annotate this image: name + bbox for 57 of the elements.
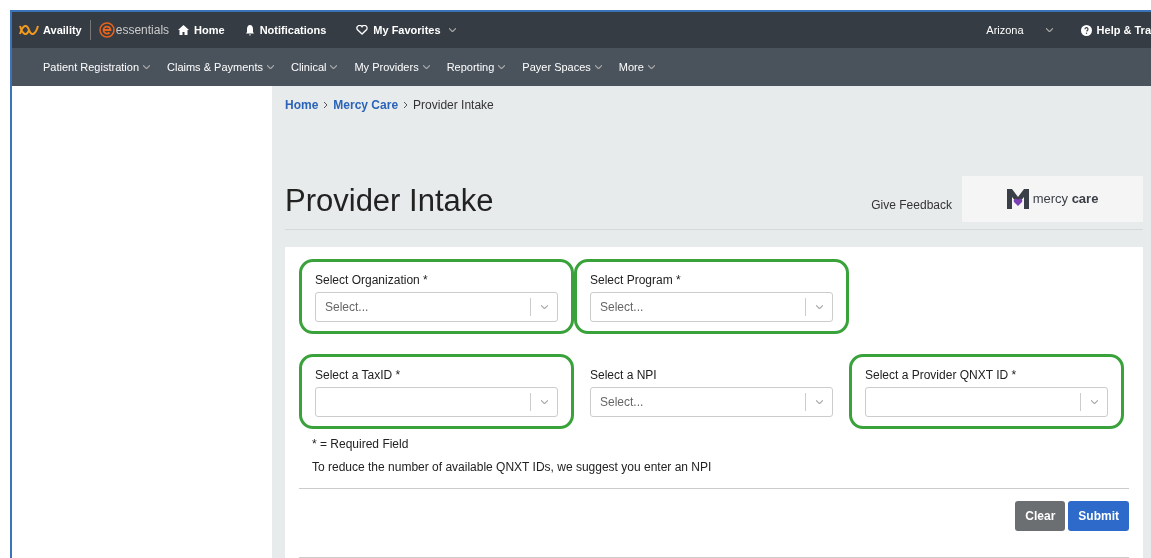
select-field[interactable] (865, 387, 1108, 417)
menu-item[interactable]: More (618, 58, 655, 76)
nav-link[interactable]: Home (178, 21, 225, 39)
heart-icon (356, 25, 369, 35)
note-text: * = Required Field (312, 436, 410, 453)
e-logo-icon (98, 22, 115, 38)
chevron-right-icon (403, 101, 409, 109)
chevron-right-icon (323, 101, 329, 109)
menu-item[interactable]: Reporting (446, 58, 506, 76)
home-icon (178, 25, 190, 35)
help-icon (1080, 24, 1092, 36)
chevron-down-icon (448, 28, 456, 32)
menu-item[interactable]: Claims & Payments (167, 58, 274, 76)
menu-item[interactable]: Payer Spaces (522, 58, 602, 76)
submit-button[interactable]: Submit (1068, 501, 1129, 531)
product-name: essentials (115, 22, 170, 39)
chevron-down-icon (422, 65, 430, 69)
help-link[interactable]: Help & Tra (1080, 21, 1151, 39)
menu-item[interactable]: Clinical (291, 58, 338, 76)
m-logo-icon (1006, 189, 1029, 209)
select-field[interactable]: Select... (590, 387, 833, 417)
chevron-down-icon (540, 305, 548, 309)
brand-name: Availity (43, 22, 82, 38)
chevron-down-icon (1090, 400, 1098, 404)
breadcrumb-link[interactable]: Mercy Care (333, 96, 399, 114)
field-label: Select Program * (590, 272, 682, 289)
page-title: Provider Intake (285, 185, 494, 216)
logo-text: mercy care (1032, 190, 1099, 209)
breadcrumb-link[interactable]: Home (285, 96, 319, 114)
infinity-logo-icon (18, 22, 40, 38)
nav-link[interactable]: My Favorites (356, 21, 456, 39)
field-label: Select a NPI (590, 367, 658, 384)
select-field[interactable]: Select... (315, 292, 558, 322)
region-dropdown[interactable]: Arizona (986, 21, 1053, 39)
breadcrumb-current: Provider Intake (413, 97, 494, 114)
clear-button[interactable]: Clear (1015, 501, 1066, 531)
chevron-down-icon (330, 65, 338, 69)
menu-item[interactable]: My Providers (354, 58, 430, 76)
field-label: Select Organization * (315, 272, 429, 289)
chevron-down-icon (815, 305, 823, 309)
chevron-down-icon (594, 65, 602, 69)
chevron-down-icon (267, 65, 274, 69)
menu-item[interactable]: Patient Registration (43, 58, 150, 76)
chevron-down-icon (540, 400, 548, 404)
nav-link[interactable]: Notifications (244, 21, 327, 39)
select-field[interactable] (315, 387, 558, 417)
chevron-down-icon (647, 65, 655, 69)
field-label: Select a Provider QNXT ID * (865, 367, 1018, 384)
chevron-down-icon (815, 400, 823, 404)
note-text: To reduce the number of available QNXT IDs, we suggest you enter an NPI (312, 459, 713, 476)
select-field[interactable]: Select... (590, 292, 833, 322)
bell-icon (244, 24, 255, 36)
chevron-down-icon (498, 65, 506, 69)
chevron-down-icon (1045, 28, 1053, 32)
chevron-down-icon (143, 65, 150, 69)
feedback-link[interactable]: Give Feedback (871, 196, 952, 214)
field-label: Select a TaxID * (315, 367, 402, 384)
